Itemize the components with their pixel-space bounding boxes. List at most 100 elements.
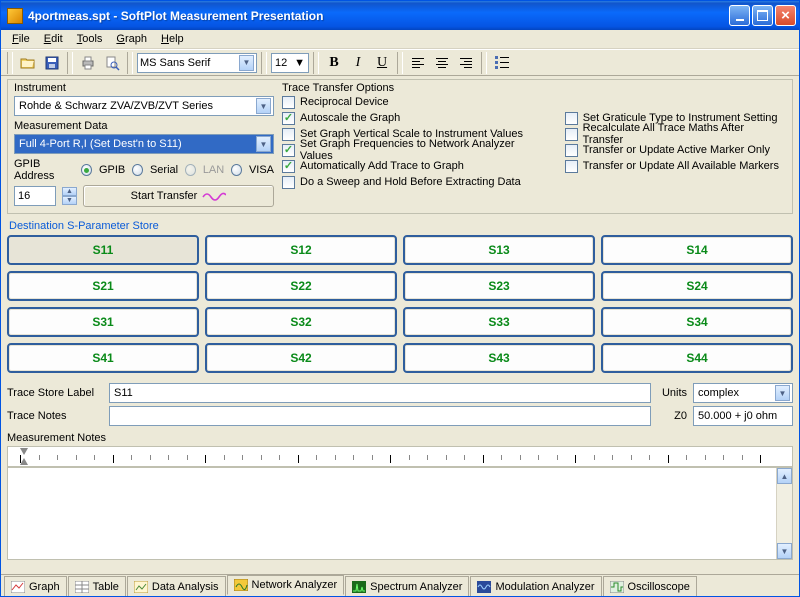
- bullet-list-button[interactable]: [491, 52, 513, 74]
- tab-oscilloscope[interactable]: Oscilloscope: [603, 576, 697, 596]
- font-size-value: 12: [275, 57, 287, 69]
- menubar: File Edit Tools Graph Help: [1, 30, 799, 49]
- start-transfer-label: Start Transfer: [131, 190, 198, 202]
- maximize-button[interactable]: [752, 5, 773, 26]
- measurement-data-select[interactable]: Full 4-Port R,I (Set Dest'n to S11) ▼: [14, 134, 274, 154]
- menu-file[interactable]: File: [5, 31, 37, 47]
- print-preview-icon[interactable]: [101, 52, 123, 74]
- chk-graticule[interactable]: [565, 112, 578, 125]
- s-button-s44[interactable]: S44: [601, 343, 793, 373]
- radio-gpib[interactable]: [81, 164, 92, 176]
- underline-button[interactable]: U: [371, 52, 393, 74]
- scroll-up-icon[interactable]: ▲: [777, 468, 792, 484]
- open-icon[interactable]: [17, 52, 39, 74]
- s-button-s14[interactable]: S14: [601, 235, 793, 265]
- scrollbar[interactable]: ▲ ▼: [776, 468, 792, 559]
- radio-lan: [185, 164, 196, 176]
- close-button[interactable]: [775, 5, 796, 26]
- save-icon[interactable]: [41, 52, 63, 74]
- menu-tools[interactable]: Tools: [70, 31, 110, 47]
- chk-sweep-hold[interactable]: [282, 176, 295, 189]
- s-button-s22[interactable]: S22: [205, 271, 397, 301]
- gpib-address-stepper[interactable]: ▲▼: [62, 187, 77, 205]
- s-button-s42[interactable]: S42: [205, 343, 397, 373]
- scroll-down-icon[interactable]: ▼: [777, 543, 792, 559]
- measurement-notes-textarea[interactable]: ▲ ▼: [7, 467, 793, 560]
- tab-table[interactable]: Table: [68, 576, 126, 596]
- font-size-select[interactable]: 12 ▼: [271, 53, 309, 73]
- menu-graph[interactable]: Graph: [109, 31, 154, 47]
- gpib-address-input[interactable]: 16: [14, 186, 56, 206]
- table-icon: [75, 581, 89, 593]
- start-transfer-button[interactable]: Start Transfer: [83, 185, 274, 207]
- s-button-s13[interactable]: S13: [403, 235, 595, 265]
- chk-frequencies[interactable]: [282, 144, 295, 157]
- tab-spectrum-analyzer[interactable]: Spectrum Analyzer: [345, 576, 469, 596]
- chk-autoscale[interactable]: [282, 112, 295, 125]
- trace-notes-caption: Trace Notes: [7, 410, 103, 422]
- radio-visa[interactable]: [231, 164, 242, 176]
- trace-notes-input[interactable]: [109, 406, 651, 426]
- chk-active-marker[interactable]: [565, 144, 578, 157]
- settings-group: Instrument Rohde & Schwarz ZVA/ZVB/ZVT S…: [7, 79, 793, 214]
- chevron-down-icon: ▼: [256, 98, 271, 114]
- tab-modulation-analyzer[interactable]: Modulation Analyzer: [470, 576, 601, 596]
- menu-edit[interactable]: Edit: [37, 31, 70, 47]
- content-area: Instrument Rohde & Schwarz ZVA/ZVB/ZVT S…: [1, 76, 799, 574]
- measurement-data-label: Measurement Data: [14, 120, 274, 132]
- tab-graph[interactable]: Graph: [4, 576, 67, 596]
- units-select[interactable]: complex ▼: [693, 383, 793, 403]
- ruler[interactable]: [7, 446, 793, 467]
- instrument-label: Instrument: [14, 82, 274, 94]
- s-button-s33[interactable]: S33: [403, 307, 595, 337]
- ruler-marker-top[interactable]: [20, 448, 28, 455]
- chk-reciprocal[interactable]: [282, 96, 295, 109]
- s-button-s11[interactable]: S11: [7, 235, 199, 265]
- bottom-tabs: Graph Table Data Analysis Network Analyz…: [1, 574, 799, 596]
- gpib-address-label: GPIB Address: [14, 158, 74, 182]
- z0-caption: Z0: [657, 410, 687, 422]
- s-button-s12[interactable]: S12: [205, 235, 397, 265]
- radio-serial[interactable]: [132, 164, 143, 176]
- chk-all-markers[interactable]: [565, 160, 578, 173]
- modulation-analyzer-icon: [477, 581, 491, 593]
- instrument-select[interactable]: Rohde & Schwarz ZVA/ZVB/ZVT Series ▼: [14, 96, 274, 116]
- s-button-s21[interactable]: S21: [7, 271, 199, 301]
- s-button-s31[interactable]: S31: [7, 307, 199, 337]
- font-family-value: MS Sans Serif: [140, 57, 210, 69]
- chevron-down-icon: ▼: [256, 136, 271, 152]
- minimize-button[interactable]: [729, 5, 750, 26]
- s-button-s24[interactable]: S24: [601, 271, 793, 301]
- s-button-s32[interactable]: S32: [205, 307, 397, 337]
- measurement-data-value: Full 4-Port R,I (Set Dest'n to S11): [19, 138, 182, 150]
- chk-auto-add[interactable]: [282, 160, 295, 173]
- chk-vertical-scale[interactable]: [282, 128, 295, 141]
- units-caption: Units: [657, 387, 687, 399]
- network-analyzer-icon: [234, 579, 248, 591]
- tab-data-analysis[interactable]: Data Analysis: [127, 576, 226, 596]
- s-button-s23[interactable]: S23: [403, 271, 595, 301]
- destination-store-label: Destination S-Parameter Store: [9, 220, 793, 232]
- tab-network-analyzer[interactable]: Network Analyzer: [227, 575, 345, 595]
- italic-button[interactable]: I: [347, 52, 369, 74]
- s-button-s43[interactable]: S43: [403, 343, 595, 373]
- trace-store-label-input[interactable]: S11: [109, 383, 651, 403]
- data-analysis-icon: [134, 581, 148, 593]
- align-center-button[interactable]: [431, 52, 453, 74]
- app-icon: [7, 8, 23, 24]
- menu-help[interactable]: Help: [154, 31, 191, 47]
- titlebar: 4portmeas.spt - SoftPlot Measurement Pre…: [1, 1, 799, 30]
- z0-input[interactable]: 50.000 + j0 ohm: [693, 406, 793, 426]
- trace-transfer-options-label: Trace Transfer Options: [282, 82, 786, 94]
- chk-recalc[interactable]: [565, 128, 578, 141]
- font-family-select[interactable]: MS Sans Serif ▼: [137, 53, 257, 73]
- units-value: complex: [698, 387, 739, 399]
- print-icon[interactable]: [77, 52, 99, 74]
- align-left-button[interactable]: [407, 52, 429, 74]
- s-button-s34[interactable]: S34: [601, 307, 793, 337]
- chevron-down-icon: ▼: [239, 55, 254, 71]
- bold-button[interactable]: B: [323, 52, 345, 74]
- s-button-s41[interactable]: S41: [7, 343, 199, 373]
- s-parameter-grid: S11 S12 S13 S14 S21 S22 S23 S24 S31 S32 …: [7, 235, 793, 373]
- align-right-button[interactable]: [455, 52, 477, 74]
